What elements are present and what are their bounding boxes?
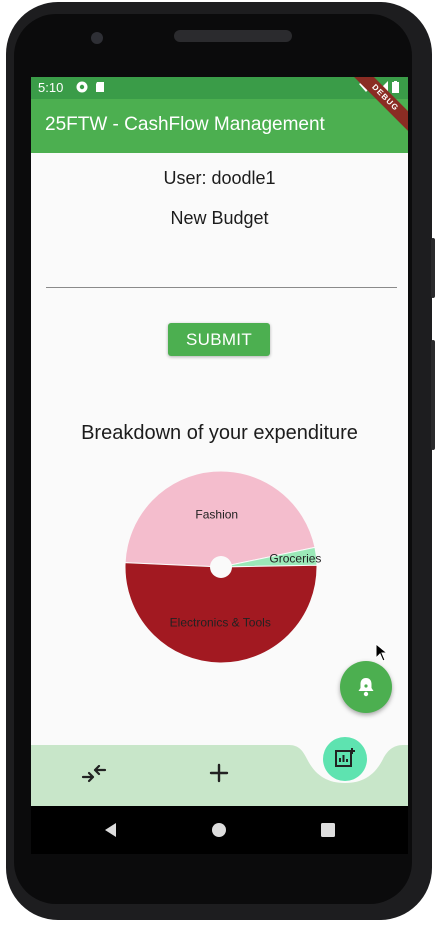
status-time: 5:10 <box>38 80 64 95</box>
add-chart-fab[interactable] <box>323 737 367 781</box>
pie-label-fashion: Fashion <box>195 507 238 521</box>
battery-icon <box>392 81 399 93</box>
bell-icon <box>358 678 374 697</box>
home-icon[interactable] <box>211 822 227 838</box>
recents-icon[interactable] <box>321 823 335 837</box>
play-protect-icon <box>76 81 88 93</box>
app-title: 25FTW - CashFlow Management <box>45 114 325 135</box>
notification-fab[interactable] <box>340 661 392 713</box>
pie-center-hole <box>210 556 232 578</box>
front-camera <box>91 32 103 44</box>
sd-card-icon <box>96 82 104 92</box>
volume-button <box>431 340 435 450</box>
user-label: User: doodle1 <box>163 168 276 188</box>
app-bar: 25FTW - CashFlow Management <box>31 99 408 153</box>
back-icon[interactable] <box>103 822 117 838</box>
budget-input[interactable] <box>46 257 397 288</box>
pie-label-groceries: Groceries <box>269 552 321 566</box>
submit-button[interactable]: SUBMIT <box>168 323 270 356</box>
status-bar: 5:10 <box>31 77 408 99</box>
mouse-cursor-icon <box>375 643 389 662</box>
plus-icon[interactable] <box>209 763 229 783</box>
breakdown-title: Breakdown of your expenditure <box>81 422 358 444</box>
swap-arrows-icon[interactable] <box>81 765 107 783</box>
pie-label-electronics-tools: Electronics & Tools <box>170 616 271 630</box>
expenditure-pie-chart: Fashion Groceries Electronics & Tools <box>124 470 321 664</box>
system-nav-bar <box>31 806 408 854</box>
app-screen: 5:10 25FTW - CashFlow Management DEBUG U… <box>31 77 408 806</box>
new-budget-label: New Budget <box>170 208 269 228</box>
power-button <box>431 238 435 298</box>
add-chart-icon <box>335 748 355 767</box>
speaker-grille <box>174 30 292 42</box>
